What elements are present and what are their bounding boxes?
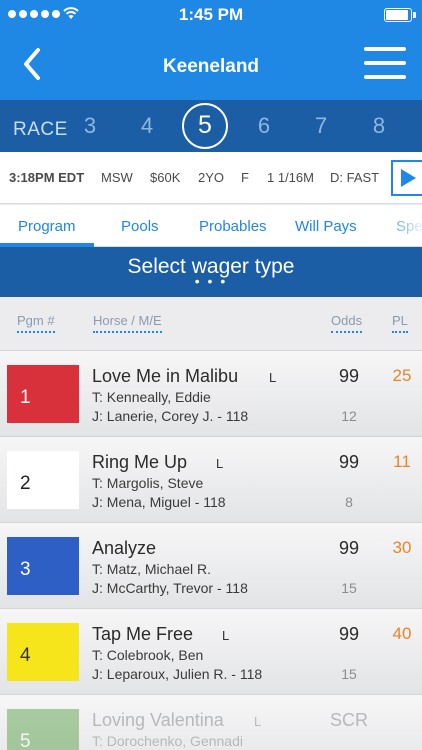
tab-pools[interactable]: Pools xyxy=(121,218,159,235)
jockey-name: J: Leparoux, Julien R. - 118 xyxy=(92,666,263,682)
program-number-badge: 3 xyxy=(7,537,79,595)
race-distance: 1 1/16M xyxy=(267,170,314,185)
race-purse: $60K xyxy=(150,170,181,185)
tab-bar: Program Pools Probables Will Pays Spe xyxy=(0,205,422,247)
more-dots-icon: • • • xyxy=(194,273,228,289)
place-value: 30 xyxy=(392,538,412,557)
morning-line: 15 xyxy=(341,666,357,682)
race-number-7[interactable]: 7 xyxy=(301,113,341,139)
race-type: MSW xyxy=(101,170,133,185)
race-sex: F xyxy=(241,170,249,185)
hamburger-menu-icon[interactable] xyxy=(364,47,406,81)
place-value: 25 xyxy=(392,366,412,385)
horse-name: Analyze xyxy=(92,538,157,558)
jockey-name: J: Lanerie, Corey J. - 118 xyxy=(92,408,249,424)
back-chevron-icon[interactable] xyxy=(14,44,54,84)
page-title: Keeneland xyxy=(162,56,260,77)
trainer-name: T: Colebrook, Ben xyxy=(92,647,204,663)
trainer-name: T: Margolis, Steve xyxy=(92,475,204,491)
program-number-badge: 4 xyxy=(7,623,79,681)
runner-row[interactable]: 2 Ring Me Up L T: Margolis, Steve J: Men… xyxy=(0,436,422,522)
race-number-5-selected[interactable]: 5 xyxy=(182,103,228,149)
tab-probables[interactable]: Probables xyxy=(199,218,267,235)
race-number-3[interactable]: 3 xyxy=(70,113,110,139)
tab-spe[interactable]: Spe xyxy=(396,218,422,235)
select-wager-button[interactable]: Select wager type • • • xyxy=(0,247,422,297)
race-number-8[interactable]: 8 xyxy=(359,113,399,139)
runner-row-scratched[interactable]: 5 Loving Valentina L T: Dorochenko, Genn… xyxy=(0,694,422,750)
program-number-badge: 1 xyxy=(7,365,79,423)
trainer-name: T: Matz, Michael R. xyxy=(92,561,212,577)
column-horse[interactable]: Horse / M/E xyxy=(93,313,162,333)
program-number-badge: 2 xyxy=(7,451,79,509)
tab-program[interactable]: Program xyxy=(18,218,76,235)
place-value: 40 xyxy=(392,624,412,643)
live-odds: 99 xyxy=(338,624,360,644)
post-time: 3:18PM EDT xyxy=(9,170,85,185)
live-odds: 99 xyxy=(338,538,360,558)
status-bar: 1:45 PM xyxy=(0,0,422,30)
live-odds: 99 xyxy=(338,366,360,386)
morning-line: 12 xyxy=(341,408,357,424)
battery-icon xyxy=(384,8,416,22)
column-pl[interactable]: PL xyxy=(392,313,408,333)
morning-line: 8 xyxy=(345,494,353,510)
column-headers: Pgm # Horse / M/E Odds PL xyxy=(0,297,422,351)
race-number-4[interactable]: 4 xyxy=(127,113,167,139)
track-surface: D: FAST xyxy=(330,170,380,185)
horse-name: Tap Me Free xyxy=(92,624,194,644)
lasix-flag: L xyxy=(222,628,230,643)
runner-row[interactable]: 4 Tap Me Free L T: Colebrook, Ben J: Lep… xyxy=(0,608,422,694)
tab-will-pays[interactable]: Will Pays xyxy=(295,218,357,235)
program-number-badge: 5 xyxy=(7,709,79,750)
runner-row[interactable]: 3 Analyze T: Matz, Michael R. J: McCarth… xyxy=(0,522,422,608)
race-age: 2YO xyxy=(198,170,225,185)
trainer-name: T: Kenneally, Eddie xyxy=(92,389,211,405)
race-number-6[interactable]: 6 xyxy=(244,113,284,139)
column-pgm[interactable]: Pgm # xyxy=(17,313,55,333)
runner-row[interactable]: 1 Love Me in Malibu L T: Kenneally, Eddi… xyxy=(0,350,422,436)
morning-line: 15 xyxy=(341,580,357,596)
jockey-name: J: McCarthy, Trevor - 118 xyxy=(92,580,248,596)
lasix-flag: L xyxy=(254,714,262,729)
horse-name: Ring Me Up xyxy=(92,452,188,472)
jockey-name: J: Mena, Miguel - 118 xyxy=(92,494,226,510)
status-time: 1:45 PM xyxy=(178,5,244,24)
horse-name: Love Me in Malibu xyxy=(92,366,239,386)
nav-bar: Keeneland xyxy=(0,30,422,100)
place-value: 11 xyxy=(393,452,411,471)
lasix-flag: L xyxy=(216,456,224,471)
play-video-icon[interactable] xyxy=(391,160,422,196)
race-selector: RACE 3 4 5 6 7 8 xyxy=(0,100,422,152)
race-label: RACE xyxy=(13,119,68,140)
column-odds[interactable]: Odds xyxy=(331,313,363,333)
trainer-name: T: Dorochenko, Gennadi xyxy=(92,733,243,749)
live-odds: 99 xyxy=(338,452,360,472)
race-info-bar: 3:18PM EDT MSW $60K 2YO F 1 1/16M D: FAS… xyxy=(0,152,422,204)
scratched-label: SCR xyxy=(329,710,368,730)
lasix-flag: L xyxy=(269,370,277,385)
horse-name: Loving Valentina xyxy=(92,710,224,730)
